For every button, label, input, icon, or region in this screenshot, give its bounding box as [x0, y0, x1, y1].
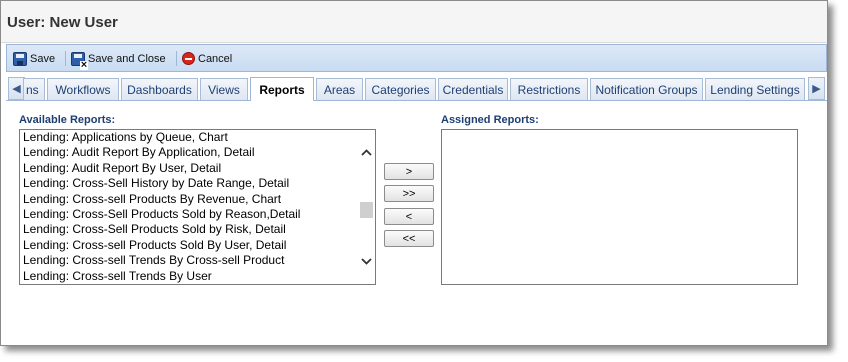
assigned-reports-label: Assigned Reports: [441, 114, 539, 126]
tab-categories[interactable]: Categories [365, 78, 436, 100]
available-reports-label: Available Reports: [19, 114, 116, 126]
cancel-label: Cancel [198, 52, 233, 65]
remove-selected-button[interactable]: < [384, 208, 434, 225]
page-title: User: New User [7, 14, 118, 31]
tab-partial[interactable]: ns [23, 78, 45, 100]
list-item[interactable]: Lending: Cross-Sell History by Date Rang… [23, 176, 289, 191]
arrow-right-icon: ▶ [812, 83, 821, 95]
list-item[interactable]: Lending: Cross-sell Trends By Cross-sell… [23, 253, 284, 268]
chevron-down-icon [361, 258, 372, 265]
chevron-up-icon [361, 149, 372, 156]
tab-views[interactable]: Views [200, 78, 248, 100]
remove-all-button[interactable]: << [384, 230, 434, 247]
tab-reports[interactable]: Reports [250, 77, 314, 101]
toolbar-separator [176, 51, 177, 66]
tab-areas[interactable]: Areas [316, 78, 363, 100]
list-item[interactable]: Lending: Cross-sell Products By Revenue,… [23, 192, 281, 207]
user-editor-window: User: New User Save Save and Close Cance… [0, 0, 828, 346]
save-button[interactable]: Save [13, 50, 55, 67]
cancel-button[interactable]: Cancel [182, 50, 232, 67]
tab-credentials[interactable]: Credentials [438, 78, 508, 100]
list-item[interactable]: Lending: Cross-Sell Products Sold by Rea… [23, 207, 300, 222]
list-item[interactable]: Lending: Cross-Sell Products Sold by Ris… [23, 222, 286, 237]
scroll-thumb[interactable] [360, 202, 373, 218]
tab-dashboards[interactable]: Dashboards [121, 78, 198, 100]
tab-restrictions[interactable]: Restrictions [510, 78, 588, 100]
list-item[interactable]: Lending: Audit Report By User, Detail [23, 161, 221, 176]
add-all-button[interactable]: >> [384, 185, 434, 202]
list-item[interactable]: Lending: Audit Report By Application, De… [23, 145, 254, 160]
list-item[interactable]: Lending: Applications by Queue, Chart [23, 130, 228, 145]
title-bar: User: New User [1, 1, 827, 43]
arrow-left-icon: ◀ [12, 83, 21, 95]
toolbar-separator [65, 51, 66, 66]
save-label: Save [30, 52, 56, 65]
scroll-down-button[interactable] [360, 255, 373, 268]
list-item[interactable]: Lending: Cross-sell Trends By User [23, 269, 212, 284]
list-item[interactable]: Lending: Cross-sell Products Sold By Use… [23, 238, 286, 253]
assigned-reports-list[interactable] [441, 129, 798, 285]
scroll-up-button[interactable] [360, 146, 373, 159]
tab-scroll-right-button[interactable]: ▶ [808, 77, 825, 100]
cancel-icon [182, 52, 195, 65]
tab-strip: ◀ ns Workflows Dashboards Views Reports … [6, 77, 827, 101]
save-icon [13, 51, 27, 66]
save-and-close-icon [71, 51, 88, 70]
tab-notification-groups[interactable]: Notification Groups [590, 78, 703, 100]
tab-lending-settings[interactable]: Lending Settings [705, 78, 805, 100]
available-reports-scrollbar[interactable] [358, 130, 375, 284]
tab-workflows[interactable]: Workflows [47, 78, 119, 100]
save-and-close-label: Save and Close [88, 52, 166, 65]
save-and-close-button[interactable]: Save and Close [71, 50, 166, 70]
available-reports-list[interactable]: Lending: Applications by Queue, Chart Le… [19, 129, 376, 285]
toolbar: Save Save and Close Cancel [6, 44, 827, 72]
add-selected-button[interactable]: > [384, 163, 434, 180]
